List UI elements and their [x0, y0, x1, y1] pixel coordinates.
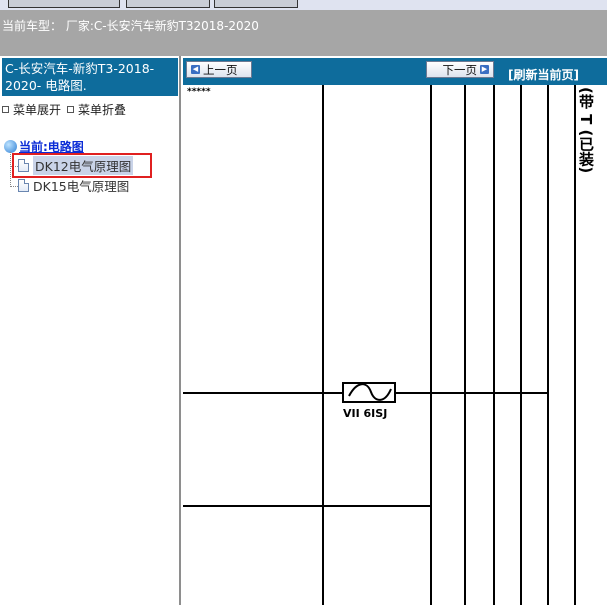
- page-nav-bar: ◀ 上一页 下一页 ▶ [刷新当前页]: [183, 58, 607, 85]
- collapse-icon: [67, 106, 75, 113]
- content-panel: ◀ 上一页 下一页 ▶ [刷新当前页] VII 6ISJ ***** (带 T …: [183, 56, 607, 605]
- tree-connector: [10, 152, 11, 185]
- diagram-right-label: (带 T (已装): [577, 87, 595, 174]
- selection-highlight-box: [12, 153, 152, 178]
- wiring-diagram-canvas: VII 6ISJ: [183, 85, 576, 605]
- arrow-right-icon: ▶: [480, 65, 489, 74]
- menu-controls: 菜单展开 菜单折叠: [2, 101, 126, 118]
- tree-connector: [10, 186, 18, 187]
- car-model-label: 当前车型： 厂家:C-长安汽车新豹T32018-2020: [2, 19, 259, 33]
- tree-item-label: DK15电气原理图: [33, 178, 130, 194]
- fuse-curve: [348, 383, 392, 401]
- next-page-button[interactable]: 下一页 ▶: [426, 61, 494, 78]
- expand-icon: [2, 106, 9, 113]
- document-icon: [18, 178, 29, 192]
- arrow-left-icon: ◀: [191, 65, 200, 74]
- toolbar-button-3[interactable]: [214, 0, 298, 8]
- header-band: 当前车型： 厂家:C-长安汽车新豹T32018-2020: [0, 10, 607, 56]
- refresh-page-link[interactable]: [刷新当前页]: [508, 66, 579, 83]
- menu-collapse-label: 菜单折叠: [78, 103, 127, 117]
- tree-item-dk15[interactable]: DK15电气原理图: [18, 176, 129, 194]
- menu-expand-button[interactable]: 菜单展开: [2, 101, 61, 118]
- next-page-label: 下一页: [442, 62, 478, 77]
- top-toolbar: [0, 0, 607, 10]
- toolbar-button-1[interactable]: [8, 0, 120, 8]
- vehicle-title: C-长安汽车-新豹T3-2018-2020- 电路图.: [2, 58, 178, 96]
- diagram-top-label: *****: [187, 87, 211, 97]
- menu-expand-label: 菜单展开: [13, 103, 62, 117]
- wiring-diagram: VII 6ISJ ***** (带 T (已装): [183, 85, 607, 605]
- toolbar-button-2[interactable]: [126, 0, 210, 8]
- prev-page-button[interactable]: ◀ 上一页: [186, 61, 252, 78]
- fuse-text: VII 6ISJ: [343, 407, 387, 420]
- sidebar: C-长安汽车-新豹T3-2018-2020- 电路图. 菜单展开 菜单折叠 当前…: [0, 56, 181, 605]
- prev-page-label: 上一页: [203, 62, 238, 77]
- menu-collapse-button[interactable]: 菜单折叠: [67, 101, 126, 118]
